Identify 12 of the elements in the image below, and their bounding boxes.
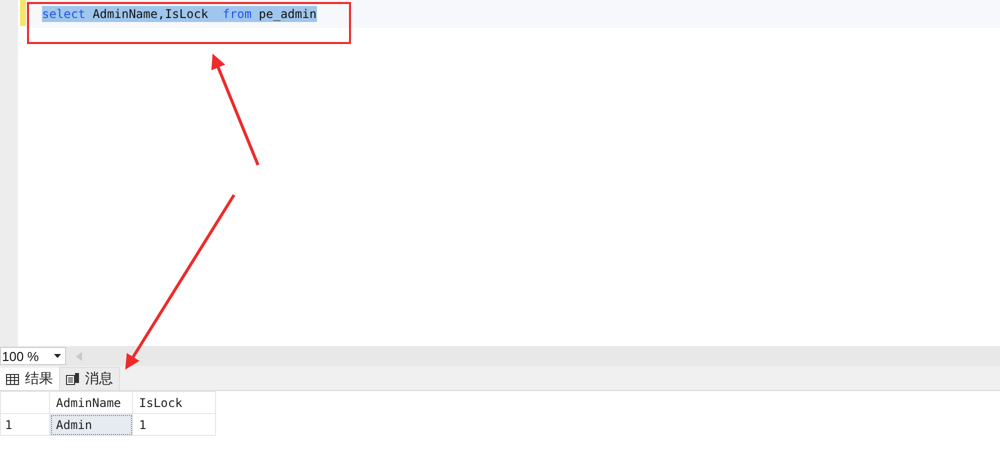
caret-icon — [54, 354, 61, 358]
zoom-dropdown[interactable]: 100 % — [0, 347, 66, 365]
table-cell[interactable]: Admin — [50, 414, 132, 436]
result-tab[interactable]: 结果 — [0, 368, 59, 390]
table-cell[interactable]: 1 — [132, 414, 216, 436]
scroll-left-icon[interactable] — [76, 352, 82, 360]
sql-statement: select AdminName,IsLock from pe_admin — [42, 6, 317, 22]
column-header[interactable]: IsLock — [132, 392, 216, 414]
grid-icon — [6, 374, 19, 384]
result-tab[interactable]: 消息 — [59, 367, 120, 390]
message-icon — [66, 373, 79, 385]
change-marker — [20, 0, 26, 26]
